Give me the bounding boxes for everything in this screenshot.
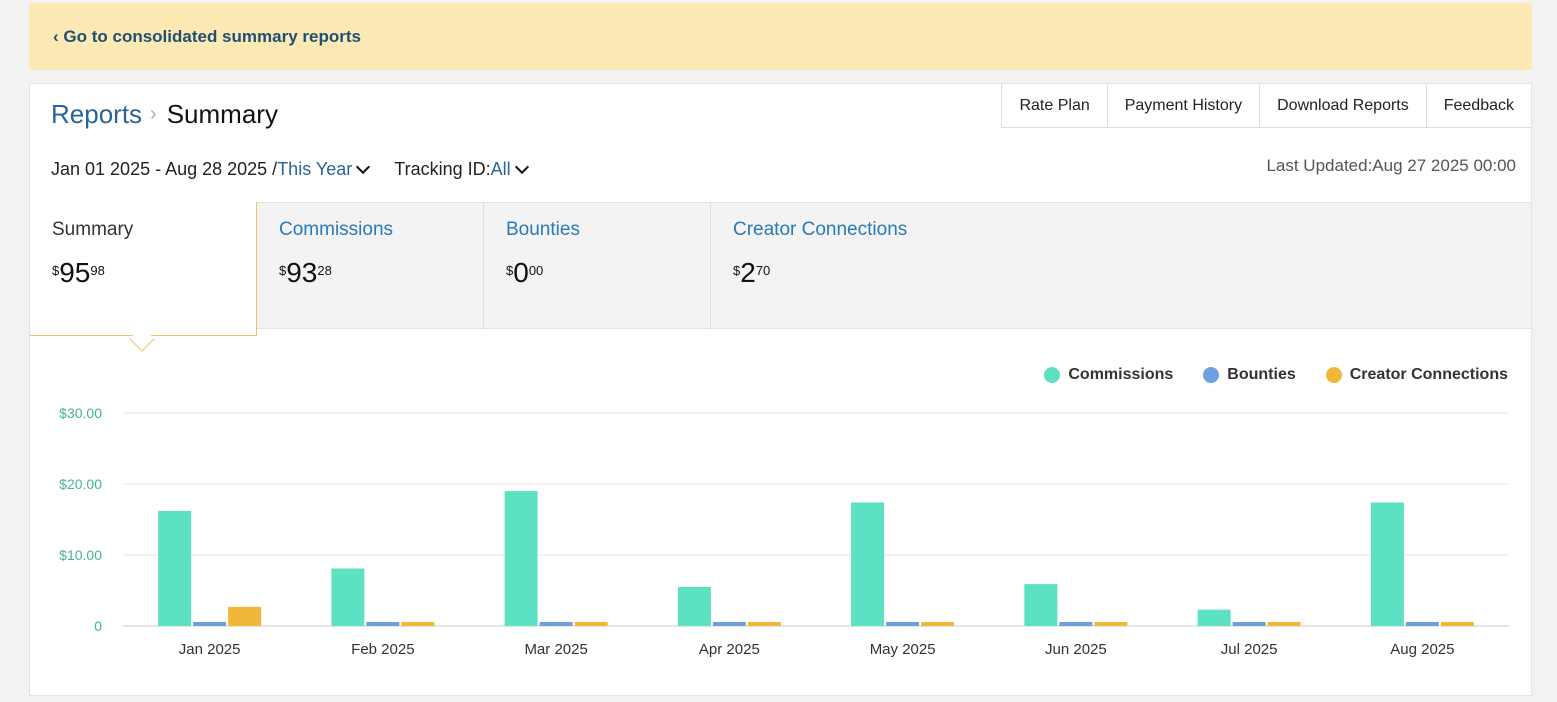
tab-creator-connections-amount: $2 70 — [733, 259, 949, 287]
y-tick-label: $10.00 — [59, 547, 102, 563]
earnings-bar-chart: 0 $10.00 $20.00 $30.00 Jan 2025 Feb 2025 Mar 2… — [59, 405, 1509, 658]
x-tick-label: Apr 2025 — [699, 641, 760, 658]
bar-creator-connections — [401, 622, 435, 626]
bar-creator-connections — [1440, 622, 1474, 626]
x-tick-label: Jul 2025 — [1221, 641, 1278, 658]
tab-summary[interactable]: Summary $95 98 — [30, 202, 257, 336]
amount-fraction: 28 — [317, 263, 332, 278]
tab-summary-amount: $95 98 — [52, 259, 234, 287]
tab-bounties-amount: $0 00 — [506, 259, 688, 287]
bar-commissions — [331, 568, 365, 626]
x-tick-label: Jan 2025 — [179, 641, 241, 658]
legend-dot-icon — [1044, 367, 1061, 383]
bar-commissions — [677, 586, 711, 626]
legend-item-commissions[interactable]: Commissions — [1044, 366, 1173, 384]
bar-commissions — [1024, 584, 1058, 626]
consolidated-reports-banner: ‹ Go to consolidated summary reports — [29, 3, 1532, 70]
period-dropdown[interactable]: This Year — [277, 159, 352, 180]
currency-symbol: $ — [733, 263, 741, 278]
rate-plan-button[interactable]: Rate Plan — [1002, 84, 1108, 127]
amount-whole: 2 — [740, 257, 756, 288]
amount-fraction: 70 — [755, 263, 771, 278]
bar-commissions — [851, 502, 885, 626]
tab-bounties-label: Bounties — [506, 219, 580, 240]
payment-history-button[interactable]: Payment History — [1107, 84, 1261, 127]
reports-panel: Reports › Summary Rate Plan Payment Hist… — [29, 83, 1532, 696]
bar-bounties — [1232, 622, 1266, 626]
bar-creator-connections — [1267, 622, 1301, 626]
consolidated-reports-link[interactable]: ‹ Go to consolidated summary reports — [53, 27, 361, 47]
legend-label: Commissions — [1068, 366, 1174, 383]
bar-bounties — [193, 622, 227, 626]
breadcrumb: Reports › Summary — [51, 99, 278, 130]
report-toolbar: Rate Plan Payment History Download Repor… — [1001, 84, 1531, 128]
tab-bounties[interactable]: Bounties $0 00 — [484, 202, 711, 329]
feedback-button[interactable]: Feedback — [1426, 84, 1531, 127]
bar-bounties — [1059, 622, 1093, 626]
last-updated-text: Last Updated:Aug 27 2025 00:00 — [1266, 156, 1516, 175]
bar-creator-connections — [574, 622, 608, 626]
page-title: Summary — [166, 99, 278, 129]
bar-commissions — [158, 510, 192, 626]
bar-commissions — [1197, 609, 1231, 626]
legend-item-bounties[interactable]: Bounties — [1203, 366, 1296, 384]
legend-label: Bounties — [1227, 366, 1296, 383]
currency-symbol: $ — [279, 263, 287, 278]
tab-commissions-amount: $93 28 — [279, 259, 461, 287]
legend-label: Creator Connections — [1349, 366, 1508, 383]
amount-whole: 95 — [59, 257, 91, 288]
x-tick-label: Jun 2025 — [1045, 641, 1107, 658]
tracking-id-label: Tracking ID: — [394, 159, 491, 179]
bar-creator-connections — [921, 622, 955, 626]
amount-fraction: 98 — [90, 263, 105, 278]
breadcrumb-reports-link[interactable]: Reports — [51, 99, 142, 130]
x-tick-label: Feb 2025 — [351, 641, 414, 658]
bar-bounties — [539, 622, 573, 626]
tab-creator-connections[interactable]: Creator Connections $2 70 — [711, 202, 971, 329]
tab-summary-label: Summary — [52, 219, 134, 240]
chevron-down-icon — [514, 159, 529, 175]
y-tick-label: 0 — [94, 618, 102, 634]
x-tick-label: Aug 2025 — [1390, 641, 1454, 658]
bar-bounties — [712, 622, 746, 626]
bar-creator-connections — [747, 622, 781, 626]
bar-commissions — [504, 491, 538, 626]
chevron-down-icon[interactable] — [356, 159, 371, 175]
bar-bounties — [366, 622, 400, 626]
legend-item-creator-connections[interactable]: Creator Connections — [1325, 366, 1508, 384]
currency-symbol: $ — [52, 263, 60, 278]
tracking-id-value: All — [490, 159, 511, 179]
bar-bounties — [1405, 622, 1439, 626]
x-tick-label: Mar 2025 — [524, 641, 587, 658]
y-tick-label: $20.00 — [59, 476, 102, 492]
report-filters: Jan 01 2025 - Aug 28 2025 / This Year Tr… — [51, 159, 533, 180]
bar-creator-connections — [1094, 622, 1128, 626]
breadcrumb-separator-icon: › — [150, 103, 157, 125]
tracking-id-dropdown[interactable]: Tracking ID: All — [394, 159, 532, 180]
download-reports-button[interactable]: Download Reports — [1260, 84, 1427, 127]
bar-bounties — [886, 622, 920, 626]
date-range-text: Jan 01 2025 - Aug 28 2025 / — [51, 159, 278, 179]
currency-symbol: $ — [506, 263, 514, 278]
tab-commissions[interactable]: Commissions $93 28 — [257, 202, 484, 329]
y-tick-label: $30.00 — [59, 405, 102, 421]
bar-creator-connections — [228, 606, 262, 626]
tab-creator-connections-label: Creator Connections — [733, 219, 908, 240]
amount-fraction: 00 — [528, 263, 544, 278]
amount-whole: 0 — [513, 257, 529, 288]
x-tick-label: May 2025 — [870, 641, 936, 658]
bar-commissions — [1370, 502, 1404, 626]
tab-commissions-label: Commissions — [279, 219, 394, 240]
amount-whole: 93 — [286, 257, 318, 288]
chart-legend: Commissions Bounties Creator Connections — [1014, 366, 1508, 384]
legend-dot-icon — [1203, 367, 1220, 383]
legend-dot-icon — [1325, 367, 1342, 383]
